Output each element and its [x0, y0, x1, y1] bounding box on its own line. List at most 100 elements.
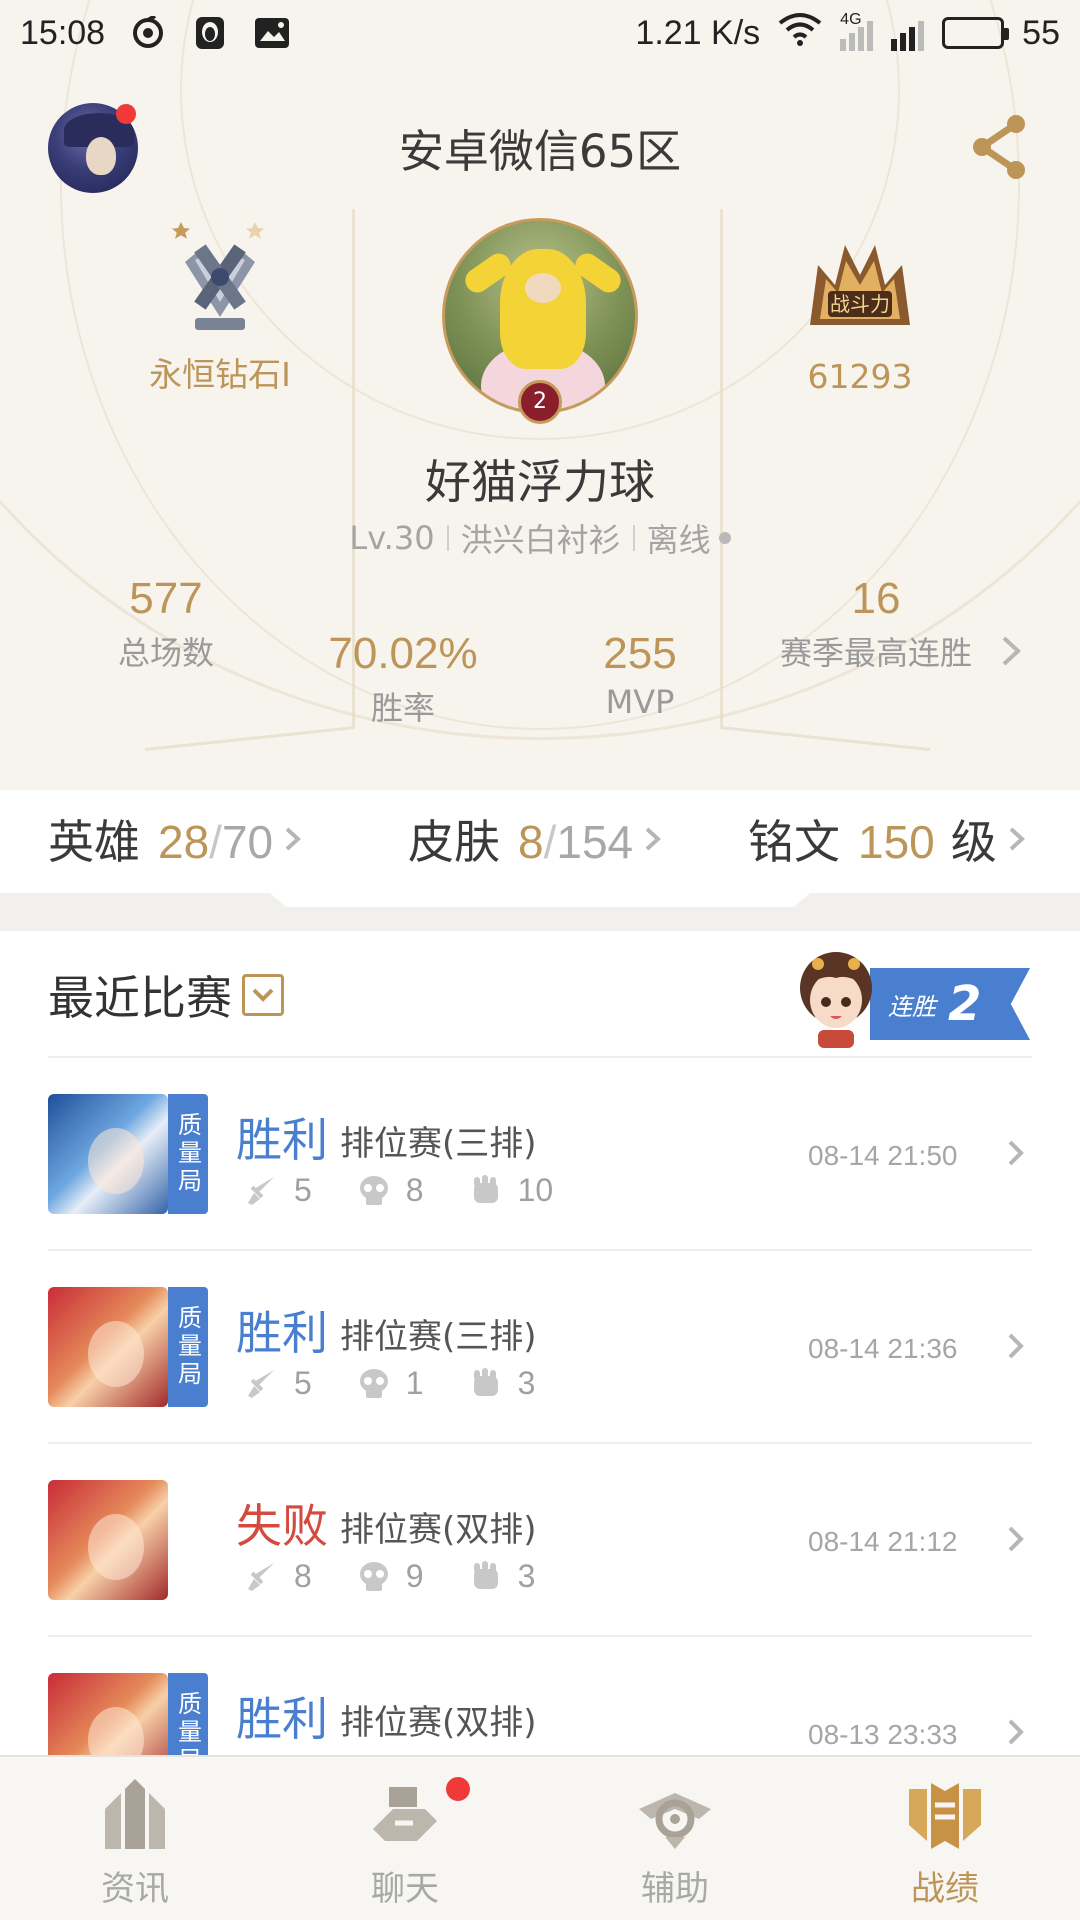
sword-icon [248, 1369, 274, 1398]
stat-best-streak[interactable]: 16 赛季最高连胜 [756, 574, 996, 674]
inscription-label: 铭文 [748, 815, 840, 869]
online-status: 离线 [646, 521, 711, 559]
quality-match-tag: 质量局 [168, 1094, 208, 1214]
player-sub-info: Lv.30 洪兴白衬衫 离线 [240, 515, 840, 561]
server-title: 安卓微信65区 [398, 125, 682, 178]
skins-chevron-icon [645, 827, 662, 851]
rank-block[interactable]: 永恒钻石I [120, 212, 320, 396]
chevron-right-icon [1008, 1526, 1024, 1552]
player-level: Lv.30 [349, 519, 435, 557]
assist-fist-icon [473, 1174, 498, 1203]
skull-icon [359, 1368, 388, 1398]
best-streak-value: 16 [851, 574, 901, 623]
nav-record[interactable]: 战绩 [810, 1757, 1080, 1920]
win-streak-count: 2 [948, 976, 982, 1032]
cell-signal-icon: 4G [840, 11, 874, 51]
sword-icon [248, 1176, 274, 1205]
match-mode: 排位赛(双排) [340, 1510, 537, 1550]
skins-label: 皮肤 [408, 815, 500, 869]
battery-icon [942, 17, 1010, 49]
assist-fist-icon [473, 1560, 498, 1589]
stat-win-rate: 70.02% 胜率 [303, 629, 503, 729]
win-streak-badge: 连胜 2 [782, 944, 1032, 1048]
total-games-label: 总场数 [117, 634, 214, 672]
share-icon [973, 115, 1025, 179]
nav-chat-label: 聊天 [371, 1869, 439, 1909]
match-mode: 排位赛(三排) [340, 1317, 537, 1357]
match-kda: 8 9 3 [244, 1558, 565, 1595]
total-games-value: 577 [129, 574, 203, 623]
nav-news-label: 资讯 [101, 1869, 169, 1909]
skins-total: 154 [556, 816, 634, 868]
skins-summary[interactable]: 皮肤 8 / 154 [408, 806, 663, 872]
status-bar: 15:08 1.21 K/s 4G 55 [0, 0, 1080, 66]
hero-portrait [48, 1094, 168, 1214]
match-row[interactable]: 失败 排位赛(双排) 8 9 3 08-14 21:12 [48, 1442, 1032, 1635]
nav-record-label: 战绩 [911, 1869, 979, 1909]
assists: 3 [517, 1365, 536, 1401]
kills: 5 [294, 1172, 312, 1208]
deaths: 8 [405, 1172, 424, 1208]
mvp-value: 255 [603, 629, 677, 678]
assists: 10 [517, 1172, 554, 1208]
match-result: 胜利 [236, 1692, 328, 1746]
chevron-right-icon [1008, 1333, 1024, 1359]
nav-news[interactable]: 资讯 [0, 1757, 270, 1920]
match-time: 08-14 21:50 [808, 1140, 958, 1171]
assist-fist-icon [473, 1367, 498, 1396]
wifi-icon [778, 11, 822, 56]
recent-matches-header: 最近比赛 [48, 962, 284, 1028]
nav-assist[interactable]: 辅助 [540, 1757, 810, 1920]
heroes-chevron-icon [285, 827, 302, 851]
match-kda: 5 1 3 [244, 1365, 565, 1402]
combat-power-icon: 战斗力 [800, 235, 920, 335]
heroes-total: 70 [221, 816, 274, 868]
share-button[interactable] [968, 112, 1028, 182]
inscription-unit: 级 [950, 815, 997, 869]
heroes-summary[interactable]: 英雄 28 / 70 [48, 806, 303, 872]
combat-power-block[interactable]: 战斗力 61293 [760, 235, 960, 396]
chat-notification-dot [446, 1777, 470, 1801]
inscription-level: 150 [858, 816, 935, 868]
quality-match-tag: 质量局 [168, 1287, 208, 1407]
best-streak-label: 赛季最高连胜 [779, 634, 972, 672]
status-dot [718, 532, 731, 544]
cell-signal-2-icon [891, 15, 925, 51]
news-icon [105, 1779, 165, 1849]
chevron-right-icon [1008, 1719, 1024, 1745]
match-mode: 排位赛(双排) [340, 1703, 537, 1743]
diamond-rank-icon [165, 222, 275, 342]
bottom-navigation: 资讯 聊天 辅助 战绩 [0, 1755, 1080, 1920]
inscription-chevron-icon [1009, 827, 1025, 851]
netease-icon [127, 12, 169, 54]
assist-icon [639, 1793, 711, 1849]
match-time: 08-14 21:12 [808, 1526, 958, 1557]
recent-filter-dropdown[interactable] [242, 974, 284, 1016]
honor-level-badge: 2 [518, 380, 562, 424]
net-speed: 1.21 K/s [635, 13, 761, 52]
match-time: 08-13 23:33 [808, 1719, 958, 1750]
player-title: 洪兴白衬衫 [460, 521, 621, 559]
inscription-summary[interactable]: 铭文 150 级 [748, 806, 1027, 872]
win-rate-value: 70.02% [328, 629, 478, 678]
assists: 3 [517, 1558, 536, 1594]
rank-name: 永恒钻石I [149, 355, 291, 394]
combat-power-value: 61293 [807, 357, 913, 396]
match-result: 胜利 [236, 1113, 328, 1167]
win-rate-label: 胜率 [370, 689, 435, 727]
stats-more-chevron-icon[interactable] [1000, 634, 1024, 668]
win-streak-banner: 连胜 2 [870, 968, 1030, 1040]
kills: 5 [294, 1365, 312, 1401]
match-list: 质量局 胜利 排位赛(三排) 5 8 10 08-14 21:50 质量局 胜利… [48, 1056, 1032, 1828]
skull-icon [359, 1175, 388, 1205]
chevron-right-icon [1008, 1140, 1024, 1166]
stat-mvp: 255 MVP [540, 629, 740, 721]
match-row[interactable]: 质量局 胜利 排位赛(三排) 5 8 10 08-14 21:50 [48, 1056, 1032, 1249]
hero-portrait [48, 1287, 168, 1407]
match-row[interactable]: 质量局 胜利 排位赛(三排) 5 1 3 08-14 21:36 [48, 1249, 1032, 1442]
qq-icon [189, 12, 231, 54]
battery-level: 55 [1022, 13, 1060, 52]
nav-chat[interactable]: 聊天 [270, 1757, 540, 1920]
match-kda: 5 8 10 [244, 1172, 583, 1209]
mascot-girl-icon [800, 952, 872, 1048]
